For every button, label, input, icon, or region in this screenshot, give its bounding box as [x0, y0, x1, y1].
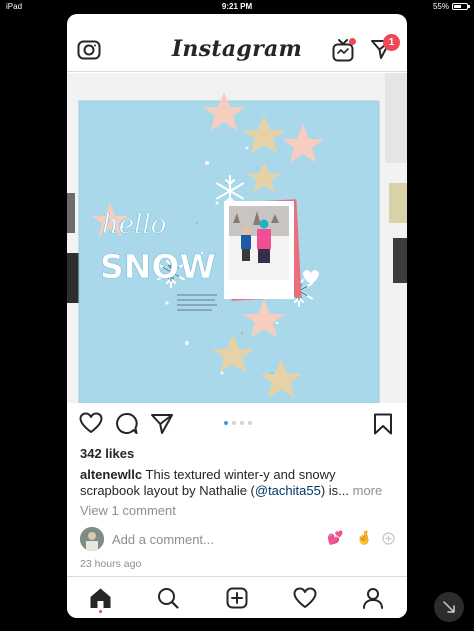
new-post-plus-icon[interactable] [226, 587, 248, 609]
add-comment-row: Add a comment... 💕 🤞 [80, 527, 398, 551]
post-actions [67, 412, 407, 436]
carousel-dot [248, 421, 252, 425]
instagram-logo: Instagram [171, 36, 303, 62]
scrapbook-photo: hello SNOW [67, 73, 407, 403]
post-timestamp: 23 hours ago [80, 558, 142, 570]
carousel-dot [240, 421, 244, 425]
status-time: 9:21 PM [221, 2, 253, 11]
profile-icon[interactable] [362, 587, 384, 609]
collapse-arrows-icon [443, 601, 455, 613]
like-heart-icon[interactable] [79, 412, 103, 434]
instagram-app-window: Instagram 1 hello SNOW 342 likes altenew… [67, 14, 407, 618]
caption-text-after: ) is... [320, 483, 353, 498]
avatar-image [80, 527, 104, 551]
battery-icon [452, 3, 470, 10]
collapse-button[interactable] [434, 592, 464, 622]
dm-badge: 1 [383, 34, 400, 51]
image-title-hello: hello [102, 210, 166, 240]
avatar [80, 527, 104, 551]
carousel-dot [232, 421, 236, 425]
activity-heart-icon[interactable] [293, 587, 317, 609]
likes-count[interactable]: 342 likes [80, 446, 134, 461]
emoji-crossed-fingers[interactable]: 🤞 [356, 530, 372, 546]
share-send-icon[interactable] [151, 413, 173, 434]
home-active-dot [99, 610, 102, 613]
view-comments-link[interactable]: View 1 comment [80, 503, 176, 518]
add-emoji-plus-icon[interactable] [382, 532, 395, 545]
bookmark-save-icon[interactable] [373, 413, 393, 435]
home-icon[interactable] [89, 587, 112, 609]
post-caption: altenewllc This textured winter-y and sn… [80, 467, 398, 499]
caption-more-link[interactable]: more [353, 483, 383, 498]
igtv-notification-dot [349, 38, 356, 45]
comment-bubble-icon[interactable] [115, 412, 138, 435]
bottom-tab-bar [67, 576, 407, 618]
image-title-snow: SNOW [100, 247, 216, 286]
carousel-indicator [224, 421, 252, 425]
app-header: Instagram 1 [67, 14, 407, 72]
caption-username[interactable]: altenewllc [80, 467, 142, 482]
status-bar: iPad 9:21 PM 55% [0, 0, 474, 13]
search-icon[interactable] [157, 587, 179, 609]
carousel-dot [224, 421, 228, 425]
caption-mention[interactable]: @tachita55 [255, 483, 321, 498]
battery-percent: 55% [432, 2, 449, 11]
battery-indicator: 55% [432, 2, 470, 11]
emoji-two-hearts[interactable]: 💕 [327, 530, 343, 546]
post-image[interactable]: hello SNOW [67, 73, 407, 403]
add-comment-input[interactable]: Add a comment... [112, 532, 214, 547]
